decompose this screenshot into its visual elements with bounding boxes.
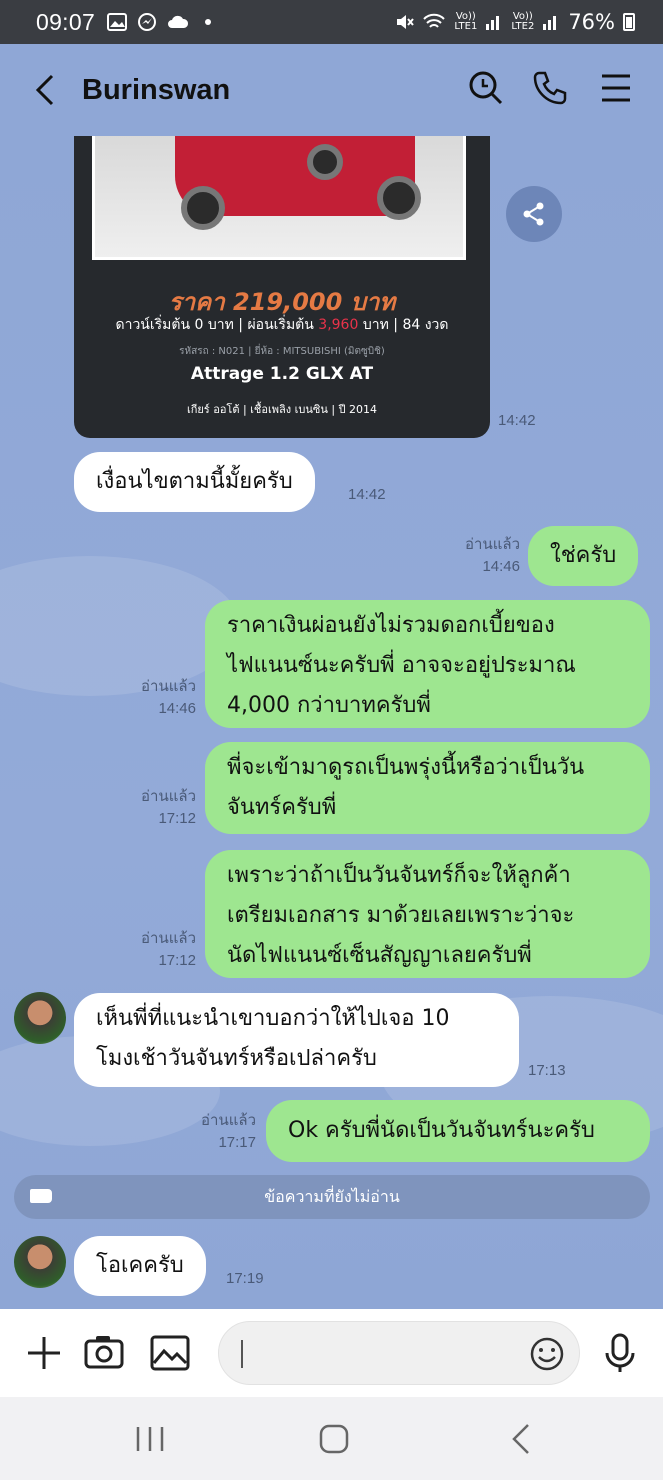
back-arrow-icon[interactable] xyxy=(30,70,64,110)
gallery-icon[interactable] xyxy=(148,1331,192,1375)
incoming-message[interactable]: เห็นพี่ที่แนะนำเขาบอกว่าให้ไปเจอ 10 โมงเช… xyxy=(74,993,519,1087)
chat-header: Burinswan xyxy=(0,44,663,136)
read-receipt: อ่านแล้ว 14:46 xyxy=(141,678,196,717)
dot-icon xyxy=(205,19,212,25)
contact-avatar[interactable] xyxy=(14,1236,66,1288)
outgoing-message[interactable]: พี่จะเข้ามาดูรถเป็นพรุ่งนี้หรือว่าเป็นวั… xyxy=(205,742,650,834)
cloud-icon xyxy=(168,15,189,28)
notification-icons xyxy=(107,12,212,32)
plus-icon[interactable] xyxy=(22,1331,66,1375)
outgoing-message[interactable]: Ok ครับพี่นัดเป็นวันจันทร์นะครับ xyxy=(266,1100,650,1162)
car-down-payment: ดาวน์เริ่มต้น 0 บาท | ผ่อนเริ่มต้น 3,960… xyxy=(115,317,449,333)
status-time: 09:07 xyxy=(36,8,96,35)
lte1-label: Vo)) LTE1 xyxy=(454,11,478,32)
unread-divider: ข้อความที่ยังไม่อ่าน xyxy=(14,1175,650,1219)
signal-1-icon xyxy=(486,16,500,30)
read-receipt: อ่านแล้ว 17:17 xyxy=(201,1112,256,1151)
read-receipt: อ่านแล้ว 17:12 xyxy=(141,788,196,827)
battery-percent: 76% xyxy=(568,10,615,34)
system-nav-bar xyxy=(0,1397,663,1480)
text-caret xyxy=(241,1340,243,1368)
outgoing-message[interactable]: เพราะว่าถ้าเป็นวันจันทร์ก็จะให้ลูกค้า เตร… xyxy=(205,850,650,978)
wifi-icon xyxy=(423,13,446,28)
timestamp: 17:13 xyxy=(528,1062,566,1079)
car-image-message[interactable]: ราคา 219,000 บาท ดาวน์เริ่มต้น 0 บาท | ผ… xyxy=(74,136,490,438)
outgoing-message[interactable]: ราคาเงินผ่อนยังไม่รวมดอกเบี้ยของ ไฟแนนซ์น… xyxy=(205,600,650,728)
mute-icon xyxy=(397,15,415,29)
phone-icon[interactable] xyxy=(530,68,570,108)
timestamp: 17:19 xyxy=(226,1270,264,1287)
read-receipt: อ่านแล้ว 17:12 xyxy=(141,930,196,969)
outgoing-message[interactable]: ใช่ครับ xyxy=(528,526,639,586)
home-icon[interactable] xyxy=(314,1419,354,1459)
share-button[interactable] xyxy=(506,186,562,242)
signal-2-icon xyxy=(543,16,557,30)
incoming-message[interactable]: เงื่อนไขตามนี้มั้ยครับ xyxy=(74,452,315,512)
lte2-label: Vo)) LTE2 xyxy=(511,11,535,32)
menu-icon[interactable] xyxy=(596,68,636,108)
status-right: Vo)) LTE1 Vo)) LTE2 76% xyxy=(394,10,635,34)
car-model: Attrage 1.2 GLX AT xyxy=(190,364,374,384)
chat-title: Burinswan xyxy=(82,74,231,106)
back-nav-icon[interactable] xyxy=(502,1419,542,1459)
read-receipt: อ่านแล้ว 14:46 xyxy=(465,536,520,575)
chat-area[interactable]: ราคา 219,000 บาท ดาวน์เริ่มต้น 0 บาท | ผ… xyxy=(0,136,663,1309)
car-specs: เกียร์ ออโต้ | เชื้อเพลิง เบนซิน | ปี 20… xyxy=(186,403,378,416)
microphone-icon[interactable] xyxy=(598,1331,642,1375)
car-photo xyxy=(92,136,466,260)
camera-icon[interactable] xyxy=(82,1331,126,1375)
message-input[interactable] xyxy=(218,1321,580,1385)
timestamp: 14:42 xyxy=(348,486,386,503)
message-input-bar xyxy=(0,1309,663,1397)
recent-apps-icon[interactable] xyxy=(130,1419,170,1459)
messenger-icon xyxy=(138,13,157,31)
emoji-icon[interactable] xyxy=(529,1336,565,1372)
share-icon xyxy=(523,202,544,226)
search-icon[interactable] xyxy=(466,68,506,108)
contact-avatar[interactable] xyxy=(14,992,66,1044)
car-codes: รหัสรถ : N021 | ยี่ห้อ : MITSUBISHI (มิต… xyxy=(179,346,385,357)
status-bar: 09:07 Vo)) LTE1 Vo)) LTE2 76% xyxy=(0,0,663,44)
gallery-icon xyxy=(107,13,128,31)
tag-icon xyxy=(30,1189,52,1203)
battery-icon xyxy=(623,13,635,31)
incoming-message[interactable]: โอเคครับ xyxy=(74,1236,206,1296)
timestamp: 14:42 xyxy=(498,412,536,429)
